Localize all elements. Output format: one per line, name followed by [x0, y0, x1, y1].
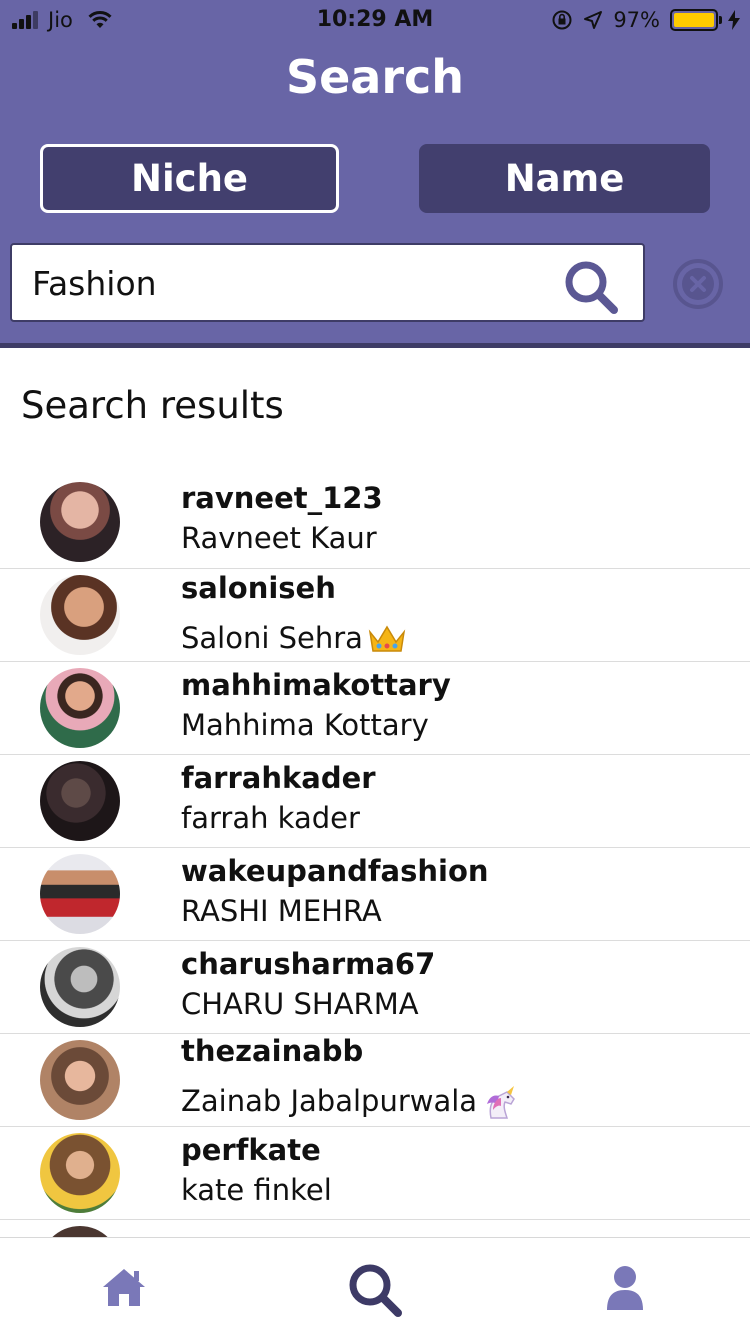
full-name-text: Saloni Sehra — [181, 621, 363, 655]
status-bar: Jio 10:29 AM 97% — [0, 0, 750, 40]
avatar — [40, 854, 120, 934]
status-right: 97% — [541, 8, 740, 32]
full-name: Saloni Sehra — [181, 621, 407, 656]
full-name-text: Zainab Jabalpurwala — [181, 1084, 478, 1118]
charging-bolt-icon — [728, 10, 740, 30]
page-title: Search — [285, 50, 465, 104]
list-item[interactable]: farrahkader farrah kader — [0, 755, 750, 848]
location-arrow-icon — [584, 11, 603, 29]
list-item[interactable]: mahhimakottary Mahhima Kottary — [0, 662, 750, 755]
username: farrahkader — [181, 761, 376, 795]
tab-name[interactable]: Name — [419, 144, 710, 213]
full-name: farrah kader — [181, 801, 360, 835]
avatar — [40, 1133, 120, 1213]
avatar — [40, 482, 120, 562]
avatar — [40, 575, 120, 655]
unicorn-emoji — [487, 1086, 516, 1119]
rotation-lock-icon — [552, 10, 572, 30]
list-item[interactable]: wakeupandfashion RASHI MEHRA — [0, 848, 750, 941]
crown-emoji — [368, 625, 406, 652]
tab-bar — [0, 1237, 750, 1334]
full-name: CHARU SHARMA — [181, 987, 419, 1021]
list-item[interactable] — [0, 1220, 750, 1237]
username: saloniseh — [181, 571, 336, 605]
username: charusharma67 — [181, 947, 436, 981]
avatar — [40, 947, 120, 1027]
home-icon[interactable] — [100, 1266, 148, 1308]
tab-niche[interactable]: Niche — [40, 144, 339, 213]
full-name: RASHI MEHRA — [181, 894, 382, 928]
list-item[interactable]: saloniseh Saloni Sehra — [0, 569, 750, 662]
full-name: kate finkel — [181, 1173, 332, 1207]
battery-icon — [670, 9, 722, 31]
avatar — [40, 1040, 120, 1120]
avatar — [40, 668, 120, 748]
username: thezainabb — [181, 1034, 364, 1068]
full-name: Ravneet Kaur — [181, 521, 377, 555]
battery-percent: 97% — [613, 8, 660, 32]
full-name: Zainab Jabalpurwala — [181, 1084, 519, 1120]
full-name: Mahhima Kottary — [181, 708, 429, 742]
list-item[interactable]: thezainabb Zainab Jabalpurwala — [0, 1034, 750, 1127]
search-icon[interactable] — [345, 1260, 405, 1320]
search-icon[interactable] — [561, 257, 621, 317]
profile-icon[interactable] — [605, 1264, 645, 1312]
list-item[interactable]: perfkate kate finkel — [0, 1127, 750, 1220]
results-heading: Search results — [21, 384, 284, 427]
clear-circle-icon[interactable] — [672, 258, 724, 310]
search-input[interactable] — [32, 257, 552, 309]
results-list: ravneet_123 Ravneet Kaur saloniseh Salon… — [0, 475, 750, 1237]
list-item[interactable]: ravneet_123 Ravneet Kaur — [0, 475, 750, 569]
username: mahhimakottary — [181, 668, 451, 702]
header: Jio 10:29 AM 97% Search Niche Name Fashi… — [0, 0, 750, 348]
username: wakeupandfashion — [181, 854, 489, 888]
username: ravneet_123 — [181, 481, 383, 515]
avatar — [40, 761, 120, 841]
search-box — [10, 243, 645, 322]
avatar — [40, 1226, 120, 1237]
username: perfkate — [181, 1133, 321, 1167]
list-item[interactable]: charusharma67 CHARU SHARMA — [0, 941, 750, 1034]
